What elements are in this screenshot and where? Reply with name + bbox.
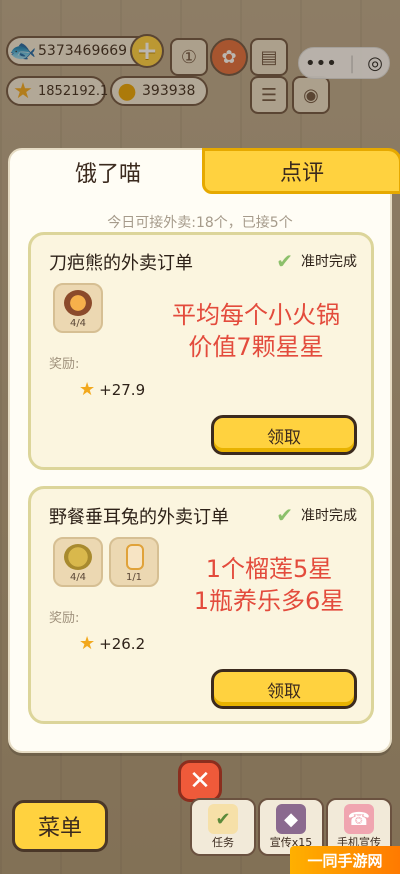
reward-label: 奖励:: [49, 611, 80, 626]
reward-value: ★ +27.9: [79, 379, 145, 400]
reward-label: 奖励:: [49, 357, 80, 372]
annotation-note: 平均每个小火锅 价值7颗星星: [151, 299, 361, 363]
order-title: 野餐垂耳兔的外卖订单: [49, 507, 229, 528]
annotation-line: 1个榴莲5星: [205, 555, 333, 583]
check-icon: ✔: [276, 249, 293, 273]
star-icon: ★: [79, 633, 96, 654]
reward-amount: +27.9: [99, 380, 146, 399]
order-status-label: 准时完成: [301, 254, 357, 270]
task-label: 任务: [212, 836, 234, 849]
item-quantity: 1/1: [125, 572, 143, 583]
delivery-panel: 饿了喵 点评 今日可接外卖:18个，已接5个 刀疤熊的外卖订单 ✔ 准时完成 4…: [8, 148, 400, 753]
order-status-label: 准时完成: [301, 508, 357, 524]
phone-icon: ☎: [344, 804, 374, 834]
annotation-note: 1个榴莲5星 1瓶养乐多6星: [169, 553, 369, 617]
item-quantity: 4/4: [69, 572, 87, 583]
reward-value: ★ +26.2: [79, 633, 145, 654]
claim-button[interactable]: 领取: [211, 669, 357, 709]
item-quantity: 4/4: [69, 318, 87, 329]
order-item: 4/4: [53, 283, 103, 333]
tab-elemiao[interactable]: 饿了喵: [10, 150, 206, 194]
order-status: ✔ 准时完成: [276, 249, 357, 273]
annotation-line: 1瓶养乐多6星: [193, 587, 345, 615]
order-item: 1/1: [109, 537, 159, 587]
hotpot-icon: [64, 290, 92, 316]
order-card: 野餐垂耳兔的外卖订单 ✔ 准时完成 4/4 1/1 1个榴莲5星 1瓶养乐多6星…: [28, 486, 374, 724]
megaphone-icon: ◆: [276, 804, 306, 834]
durian-icon: [64, 544, 92, 570]
claim-button[interactable]: 领取: [211, 415, 357, 455]
star-icon: ★: [79, 379, 96, 400]
clipboard-icon: ✔: [208, 804, 238, 834]
annotation-line: 价值7颗星星: [188, 333, 324, 361]
tab-review[interactable]: 点评: [202, 148, 400, 194]
order-card: 刀疤熊的外卖订单 ✔ 准时完成 4/4 平均每个小火锅 价值7颗星星 奖励: ★…: [28, 232, 374, 470]
order-item: 4/4: [53, 537, 103, 587]
delivery-quota-text: 今日可接外卖:18个，已接5个: [107, 215, 293, 231]
yakult-icon: [126, 544, 144, 570]
order-title: 刀疤熊的外卖订单: [49, 253, 193, 274]
menu-button[interactable]: 菜单: [12, 800, 108, 852]
order-status: ✔ 准时完成: [276, 503, 357, 527]
close-button[interactable]: ✕: [178, 760, 222, 802]
task-button[interactable]: ✔ 任务: [190, 798, 256, 856]
site-watermark: 一同手游网: [290, 846, 400, 874]
reward-amount: +26.2: [99, 634, 146, 653]
annotation-line: 平均每个小火锅: [172, 301, 340, 329]
check-icon: ✔: [276, 503, 293, 527]
